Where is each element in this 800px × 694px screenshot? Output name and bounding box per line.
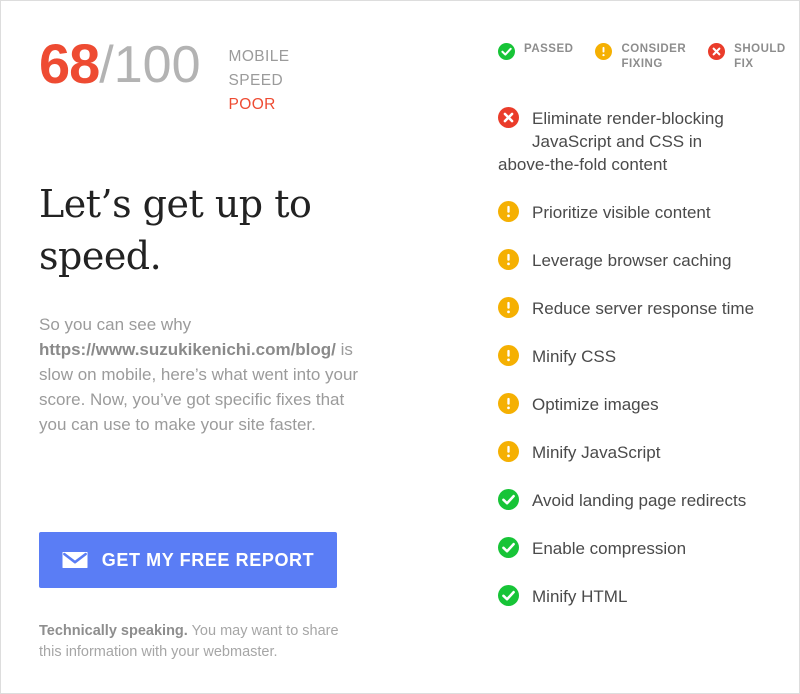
summary-panel: 68 /100 MOBILE SPEED POOR Let’s get up t…	[39, 1, 429, 693]
audit-label: Leverage browser caching	[532, 251, 732, 270]
x-circle-icon	[708, 43, 726, 60]
audit-label: Prioritize visible content	[532, 203, 711, 222]
audit-label: Optimize images	[532, 395, 659, 414]
lead-text-before-url: So you can see why	[39, 315, 192, 334]
envelope-icon	[62, 551, 88, 569]
audit-item-reduce-server-response-time[interactable]: Reduce server response time	[498, 297, 788, 320]
fine-print: Technically speaking. You may want to sh…	[39, 621, 359, 663]
audit-list: Eliminate render-blocking JavaScript and…	[498, 107, 788, 608]
legend-label-consider-fixing: CONSIDER FIXING	[621, 42, 686, 72]
audit-label: Minify JavaScript	[532, 443, 661, 462]
exclamation-circle-icon	[498, 441, 519, 462]
score-value: 68	[39, 32, 100, 95]
audit-item-avoid-landing-page-redirects[interactable]: Avoid landing page redirects	[498, 489, 788, 512]
page-title: Let’s get up to speed.	[39, 182, 312, 278]
audit-item-minify-css[interactable]: Minify CSS	[498, 345, 788, 368]
get-my-free-report-button[interactable]: GET MY FREE REPORT	[39, 532, 337, 588]
audit-item-minify-html[interactable]: Minify HTML	[498, 585, 788, 608]
audit-panel: PASSED CONSIDER FIXING SHOULD FIX Elimin…	[498, 1, 788, 693]
legend-label-passed: PASSED	[524, 42, 573, 57]
score-rating-label: POOR	[228, 96, 276, 113]
fine-print-strong: Technically speaking.	[39, 623, 188, 639]
audit-label: Reduce server response time	[532, 299, 755, 318]
lead-paragraph: So you can see why https://www.suzukiken…	[39, 312, 374, 437]
audit-item-enable-compression[interactable]: Enable compression	[498, 537, 788, 560]
legend-item-consider-fixing: CONSIDER FIXING	[595, 42, 686, 72]
exclamation-circle-icon	[498, 345, 519, 366]
legend-label-consider-line2: FIXING	[621, 58, 663, 70]
legend-item-passed: PASSED	[498, 42, 573, 60]
audit-item-prioritize-visible-content[interactable]: Prioritize visible content	[498, 201, 788, 224]
exclamation-circle-icon	[595, 43, 613, 60]
analyzed-site-url: https://www.suzukikenichi.com/blog/	[39, 340, 336, 359]
audit-label: Avoid landing page redirects	[532, 491, 747, 510]
cta-label: GET MY FREE REPORT	[101, 549, 315, 570]
check-circle-icon	[498, 43, 515, 60]
audit-item-eliminate-render-blocking[interactable]: Eliminate render-blocking JavaScript and…	[498, 107, 788, 176]
pagespeed-report-card: 68 /100 MOBILE SPEED POOR Let’s get up t…	[0, 0, 800, 694]
check-circle-icon	[498, 585, 519, 606]
check-circle-icon	[498, 489, 519, 510]
device-label-line2: SPEED	[228, 72, 284, 89]
audit-item-leverage-browser-caching[interactable]: Leverage browser caching	[498, 249, 788, 272]
legend-label-passed-line1: PASSED	[524, 43, 574, 55]
audit-label: Eliminate render-blocking JavaScript and…	[532, 109, 724, 151]
audit-label-overflow: above-the-fold content	[498, 155, 668, 174]
score-total: /100	[99, 36, 201, 94]
status-legend: PASSED CONSIDER FIXING SHOULD FIX	[498, 42, 786, 72]
legend-label-shouldfix-line1: SHOULD	[734, 43, 786, 55]
audit-label: Minify CSS	[532, 347, 617, 366]
device-label-line1: MOBILE	[228, 48, 290, 65]
legend-item-should-fix: SHOULD FIX	[708, 42, 786, 72]
audit-label: Minify HTML	[532, 587, 628, 606]
audit-label: Enable compression	[532, 539, 687, 558]
legend-label-shouldfix-line2: FIX	[734, 58, 754, 70]
check-circle-icon	[498, 537, 519, 558]
audit-item-minify-javascript[interactable]: Minify JavaScript	[498, 441, 788, 464]
legend-label-consider-line1: CONSIDER	[621, 43, 687, 55]
speed-rating-block: MOBILE SPEED POOR	[229, 37, 290, 117]
score-summary: 68 /100 MOBILE SPEED POOR	[39, 32, 290, 117]
legend-label-should-fix: SHOULD FIX	[734, 42, 786, 72]
exclamation-circle-icon	[498, 297, 519, 318]
exclamation-circle-icon	[498, 201, 519, 222]
audit-item-optimize-images[interactable]: Optimize images	[498, 393, 788, 416]
exclamation-circle-icon	[498, 393, 519, 414]
exclamation-circle-icon	[498, 249, 519, 270]
x-circle-icon	[498, 107, 519, 128]
